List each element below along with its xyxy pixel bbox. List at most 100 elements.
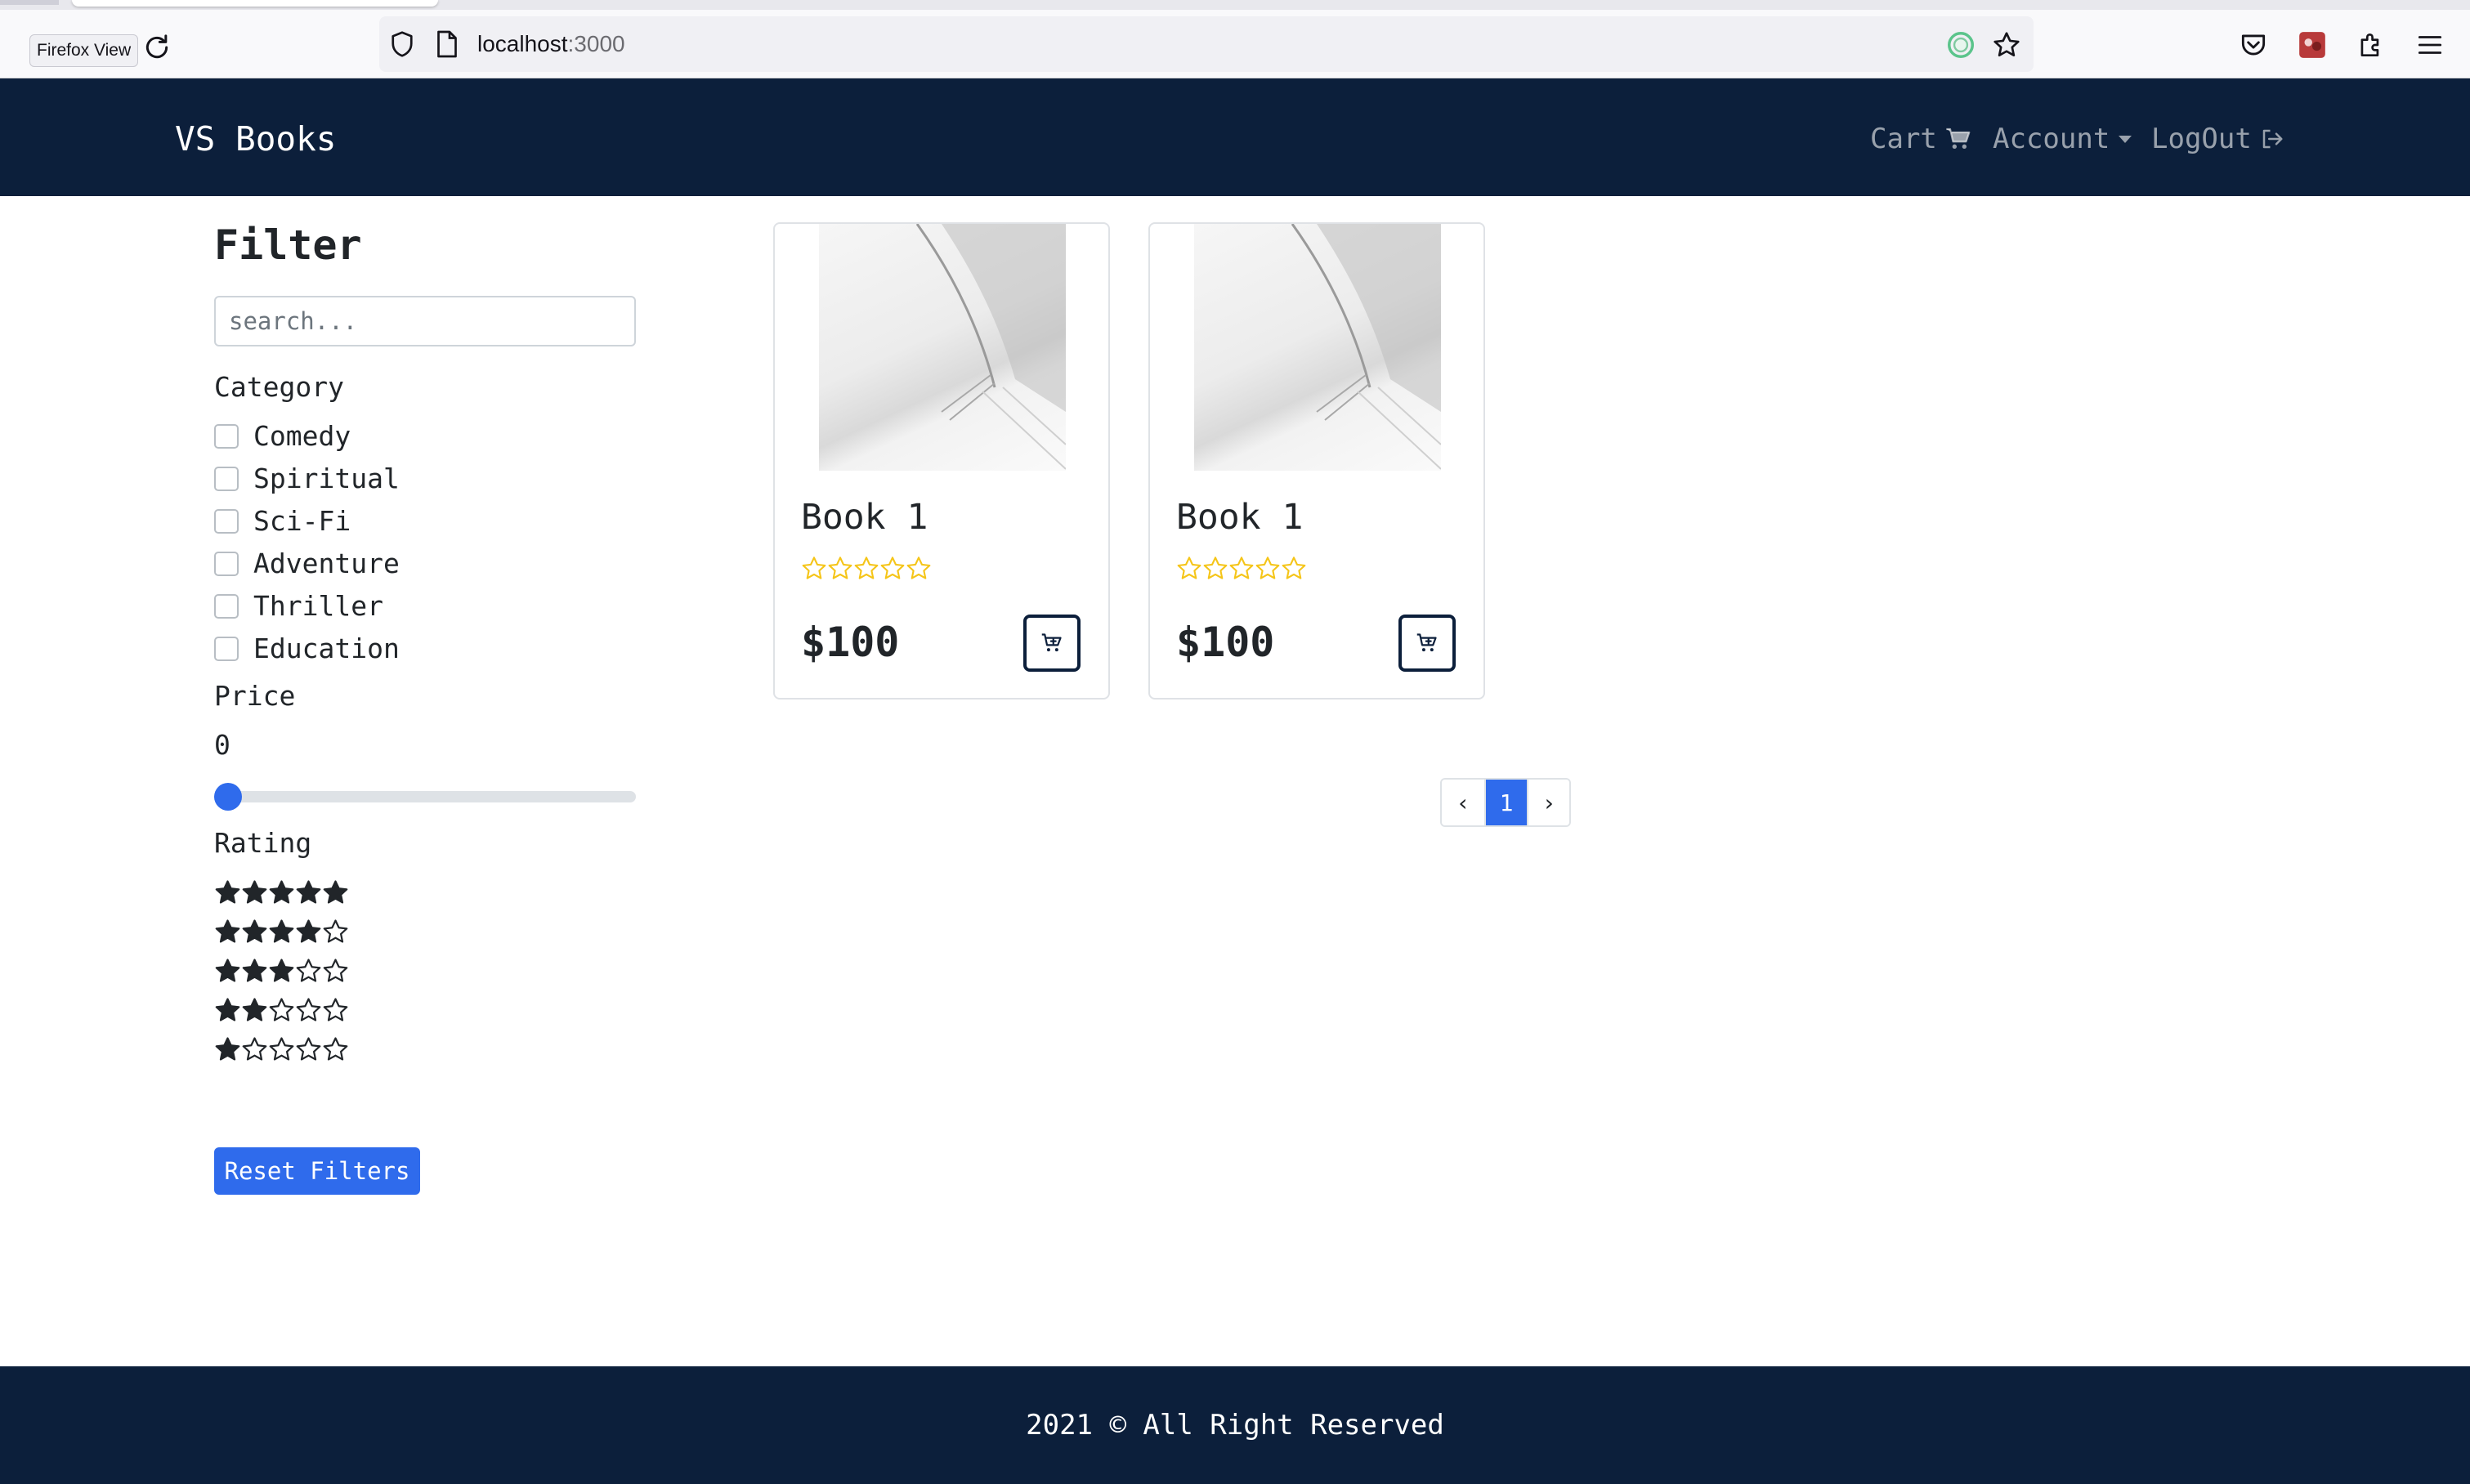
firefox-view-tooltip: Firefox View — [29, 34, 139, 67]
star-outline-icon — [296, 959, 321, 982]
page-icon — [437, 30, 457, 58]
star-outline-icon — [854, 556, 879, 579]
category-checkbox[interactable] — [214, 637, 239, 661]
book-cover-image[interactable] — [819, 224, 1066, 471]
category-checkbox[interactable] — [214, 467, 239, 491]
extension-badge-icon[interactable] — [1945, 29, 1976, 60]
book-cover-image[interactable] — [1194, 224, 1441, 471]
url-text[interactable]: localhost:3000 — [477, 28, 625, 60]
rating-filter-5[interactable] — [214, 879, 349, 910]
category-option-label: Spiritual — [253, 463, 400, 494]
category-checkbox[interactable] — [214, 594, 239, 619]
rating-filter-4[interactable] — [214, 919, 349, 950]
category-option-label: Adventure — [253, 548, 400, 579]
product-rating-stars — [801, 556, 932, 582]
pagination-prev[interactable]: ‹ — [1442, 780, 1484, 825]
star-outline-icon — [1282, 556, 1306, 579]
star-filled-icon — [323, 880, 348, 904]
add-to-cart-button[interactable] — [1398, 615, 1456, 672]
star-filled-icon — [269, 880, 294, 904]
shield-icon[interactable] — [387, 29, 417, 59]
reload-icon[interactable] — [141, 31, 173, 64]
menu-hamburger-icon[interactable] — [2414, 29, 2445, 60]
star-filled-icon — [242, 919, 267, 943]
nav-cart-label: Cart — [1870, 123, 1937, 155]
footer-copyright: 2021 © All Right Reserved — [1026, 1409, 1444, 1442]
star-filled-icon — [215, 959, 240, 982]
brand-logo[interactable]: VS Books — [175, 118, 336, 160]
category-option-label: Comedy — [253, 420, 351, 452]
url-bar[interactable] — [379, 16, 2034, 72]
pagination-next[interactable]: › — [1527, 780, 1569, 825]
add-to-cart-button[interactable] — [1023, 615, 1081, 672]
star-filled-icon — [242, 880, 267, 904]
star-outline-icon — [296, 998, 321, 1021]
star-filled-icon — [242, 959, 267, 982]
category-option-adventure[interactable]: Adventure — [214, 548, 400, 580]
url-host: localhost — [477, 31, 568, 56]
category-checkbox[interactable] — [214, 509, 239, 534]
nav-account-dropdown[interactable]: Account — [1993, 121, 2132, 157]
price-slider-thumb[interactable] — [214, 783, 242, 811]
star-filled-icon — [215, 919, 240, 943]
reset-filters-button[interactable]: Reset Filters — [214, 1147, 420, 1195]
product-title[interactable]: Book 1 — [801, 495, 928, 539]
star-filled-icon — [242, 998, 267, 1021]
star-outline-icon — [1203, 556, 1228, 579]
category-option-comedy[interactable]: Comedy — [214, 420, 351, 453]
nav-cart-link[interactable]: Cart — [1870, 121, 1971, 157]
star-filled-icon — [215, 998, 240, 1021]
star-outline-icon — [296, 1037, 321, 1061]
product-card[interactable]: Book 1 $100 — [773, 222, 1110, 700]
product-card[interactable]: Book 1 $100 — [1148, 222, 1485, 700]
star-outline-icon — [323, 1037, 348, 1061]
rating-filter-1[interactable] — [214, 1036, 349, 1067]
category-option-education[interactable]: Education — [214, 632, 400, 665]
profile-avatar-icon[interactable] — [2297, 29, 2328, 60]
category-checkbox[interactable] — [214, 424, 239, 449]
book-pages-illustration — [915, 224, 1066, 470]
product-price: $100 — [801, 619, 900, 666]
star-outline-icon — [1255, 556, 1280, 579]
active-tab[interactable] — [72, 0, 438, 7]
star-filled-icon — [296, 919, 321, 943]
category-option-label: Sci-Fi — [253, 505, 351, 537]
category-option-label: Education — [253, 632, 400, 664]
rating-filter-3[interactable] — [214, 958, 349, 989]
product-price: $100 — [1176, 619, 1275, 666]
filter-title: Filter — [214, 221, 362, 269]
price-value: 0 — [214, 729, 230, 761]
category-option-spiritual[interactable]: Spiritual — [214, 463, 400, 495]
star-outline-icon — [323, 919, 348, 943]
star-outline-icon — [269, 998, 294, 1021]
category-option-thriller[interactable]: Thriller — [214, 590, 383, 623]
logout-icon — [2262, 129, 2283, 149]
product-title[interactable]: Book 1 — [1176, 495, 1303, 539]
pocket-icon[interactable] — [2238, 29, 2269, 60]
star-outline-icon — [906, 556, 931, 579]
star-filled-icon — [269, 919, 294, 943]
category-option-label: Thriller — [253, 590, 383, 622]
category-option-sci-fi[interactable]: Sci-Fi — [214, 505, 351, 538]
price-slider-track[interactable] — [214, 791, 636, 802]
nav-logout-link[interactable]: LogOut — [2151, 121, 2284, 157]
extensions-puzzle-icon[interactable] — [2356, 29, 2387, 60]
shopping-cart-icon — [1946, 127, 1971, 149]
pagination-page-current[interactable]: 1 — [1484, 780, 1527, 825]
rating-filter-2[interactable] — [214, 997, 349, 1028]
tab-stub[interactable] — [0, 0, 59, 5]
star-outline-icon — [323, 998, 348, 1021]
bookmark-star-icon[interactable] — [1991, 29, 2022, 60]
star-outline-icon — [1177, 556, 1201, 579]
star-outline-icon — [269, 1037, 294, 1061]
category-label: Category — [214, 371, 344, 403]
product-rating-stars — [1176, 556, 1307, 582]
url-port: :3000 — [567, 31, 625, 56]
star-filled-icon — [269, 959, 294, 982]
search-input[interactable] — [214, 296, 636, 346]
rating-label: Rating — [214, 827, 312, 859]
star-outline-icon — [880, 556, 905, 579]
star-filled-icon — [215, 880, 240, 904]
category-checkbox[interactable] — [214, 552, 239, 576]
star-outline-icon — [323, 959, 348, 982]
